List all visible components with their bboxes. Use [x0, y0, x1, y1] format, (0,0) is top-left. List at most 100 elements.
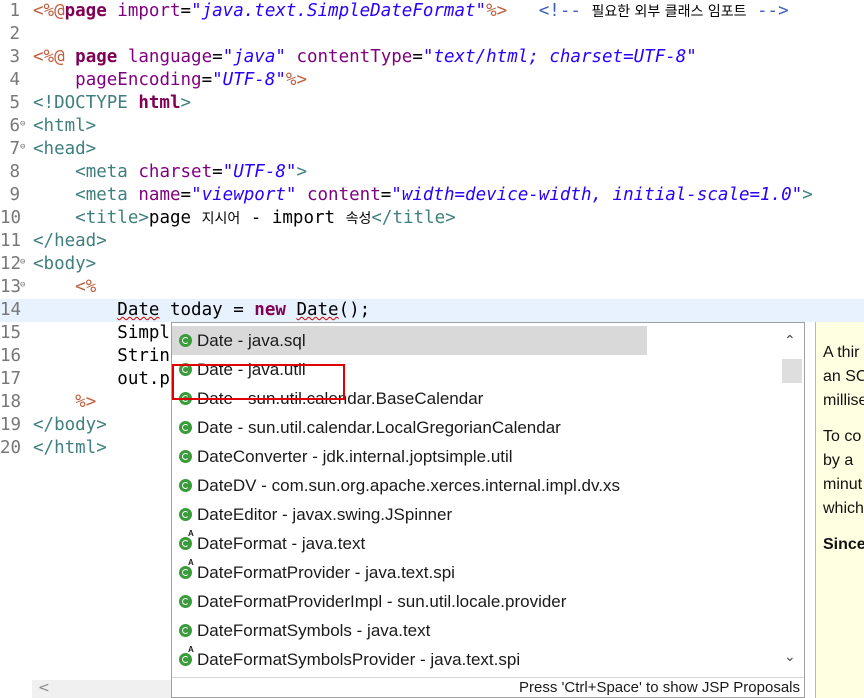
fold-collapse-icon[interactable]: ⊖: [20, 274, 25, 297]
code-line[interactable]: 8 <meta charset="UTF-8">: [0, 161, 864, 184]
proposal-item[interactable]: DateFormat - java.text: [172, 529, 647, 558]
code-token: Date: [296, 300, 339, 320]
proposal-item[interactable]: DateFormatProviderImpl - sun.util.locale…: [172, 587, 647, 616]
horizontal-scrollbar[interactable]: <: [32, 680, 172, 698]
code-text: out.p: [33, 368, 170, 391]
code-token: </title>: [371, 208, 456, 228]
code-text: <%: [33, 276, 96, 299]
code-token: html: [138, 93, 181, 113]
code-token: =: [180, 185, 192, 205]
code-token: <head>: [33, 139, 97, 159]
proposal-item[interactable]: Date - sun.util.calendar.LocalGregorianC…: [172, 413, 647, 442]
content-assist-popup[interactable]: Date - java.sql Date - java.util Date - su…: [171, 322, 805, 698]
code-line[interactable]: 9 <meta name="viewport" content="width=d…: [0, 184, 864, 207]
code-line[interactable]: 11 </head>: [0, 230, 864, 253]
scroll-left-icon[interactable]: <: [38, 680, 50, 696]
line-number: 8: [9, 162, 20, 182]
chevron-up-icon[interactable]: ⌃: [784, 333, 796, 349]
assist-status-bar: Press 'Ctrl+Space' to show JSP Proposals: [172, 677, 804, 697]
proposal-item[interactable]: DateFormatProvider - java.text.spi: [172, 558, 647, 587]
code-line[interactable]: 7 ⊖ <head>: [0, 138, 864, 161]
line-number: 13: [0, 277, 22, 297]
code-line[interactable]: 12 ⊖ <body>: [0, 253, 864, 276]
code-token: Date: [117, 300, 160, 320]
code-token: 필요한 외부 클래스 임포트: [591, 4, 747, 20]
code-token: contentType: [296, 47, 413, 67]
fold-collapse-icon[interactable]: ⊖: [20, 251, 25, 274]
code-token: pageEncoding: [75, 70, 202, 90]
class-icon: [179, 508, 192, 521]
code-text: <!DOCTYPE html>: [33, 92, 191, 115]
proposal-item[interactable]: DateDV - com.sun.org.apache.xerces.inter…: [172, 471, 647, 500]
code-line[interactable]: 14 Date today = new Date();: [0, 299, 864, 322]
line-number: 15: [0, 323, 22, 343]
code-token: <%@: [33, 1, 65, 21]
line-number: 6: [9, 116, 20, 136]
proposal-label: Date - sun.util.calendar.LocalGregorianC…: [197, 418, 561, 437]
proposal-item[interactable]: DateEditor - javax.swing.JSpinner: [172, 500, 647, 529]
code-line[interactable]: 3 <%@ page language="java" contentType="t…: [0, 46, 864, 69]
fold-collapse-icon[interactable]: ⊖: [20, 113, 25, 136]
proposal-item[interactable]: DateFormatSymbols - java.text: [172, 616, 647, 645]
proposal-item[interactable]: DateConverter - jdk.internal.joptsimple.…: [172, 442, 647, 471]
line-number: 12: [0, 254, 22, 274]
code-token: >: [802, 185, 813, 205]
code-line[interactable]: 10 <title>page 지시어 - import 속성</title>: [0, 207, 864, 230]
code-token: page: [148, 208, 202, 228]
fold-collapse-icon[interactable]: ⊖: [20, 136, 25, 159]
code-token: "java": [222, 47, 286, 67]
code-token: =: [180, 1, 192, 21]
code-line[interactable]: 13 ⊖ <%: [0, 276, 864, 299]
line-number: 19: [0, 415, 22, 435]
proposal-scrollbar[interactable]: ⌃ ⌄: [780, 323, 804, 677]
code-token: out.p: [33, 369, 170, 389]
line-number: 16: [0, 346, 22, 366]
code-token: - import: [240, 208, 346, 228]
code-token: <html>: [33, 116, 97, 136]
scrollbar-thumb[interactable]: [782, 359, 802, 383]
code-line[interactable]: 1 <%@page import="java.text.SimpleDateFor…: [0, 0, 864, 23]
class-icon: [179, 530, 194, 550]
code-text: <%@ page language="java" contentType="te…: [33, 46, 697, 69]
class-icon: [179, 646, 194, 666]
code-token: %>: [75, 392, 97, 412]
code-line[interactable]: 2: [0, 23, 864, 46]
code-text: <meta name="viewport" content="width=dev…: [33, 184, 813, 207]
code-token: >: [180, 93, 192, 113]
code-line[interactable]: 4 pageEncoding="UTF-8"%>: [0, 69, 864, 92]
class-icon: [179, 559, 194, 579]
code-token: =: [380, 185, 392, 205]
javadoc-line: by a: [823, 452, 854, 469]
javadoc-line: A thir: [823, 344, 860, 361]
code-token: "UTF-8": [212, 70, 286, 90]
line-number: 14: [0, 300, 22, 320]
line-number: 3: [9, 47, 20, 67]
proposal-label: DateConverter - jdk.internal.joptsimple.…: [197, 447, 513, 466]
line-number: 7: [9, 139, 20, 159]
javadoc-line: Since: [823, 536, 864, 553]
class-icon: [179, 450, 192, 463]
code-token: ();: [338, 300, 371, 320]
code-token: =: [412, 47, 423, 67]
code-text: <title>page 지시어 - import 속성</title>: [33, 207, 456, 231]
code-token: page: [64, 1, 118, 21]
code-token: language: [127, 47, 213, 67]
code-line[interactable]: 6 ⊖ <html>: [0, 115, 864, 138]
annotation-highlight-box: [172, 364, 345, 400]
code-text: <html>: [33, 115, 96, 138]
proposal-item[interactable]: Date - java.sql: [172, 326, 647, 355]
javadoc-line: To co: [823, 428, 862, 445]
proposal-item[interactable]: DateFormatSymbolsProvider - java.text.sp…: [172, 645, 647, 674]
code-line[interactable]: 5 <!DOCTYPE html>: [0, 92, 864, 115]
code-token: today =: [159, 300, 255, 320]
class-icon: [179, 624, 192, 637]
proposal-label: DateFormatProvider - java.text.spi: [197, 563, 455, 582]
chevron-down-icon[interactable]: ⌄: [784, 649, 796, 665]
code-text: Simpl: [33, 322, 170, 345]
line-number: 10: [0, 208, 22, 228]
